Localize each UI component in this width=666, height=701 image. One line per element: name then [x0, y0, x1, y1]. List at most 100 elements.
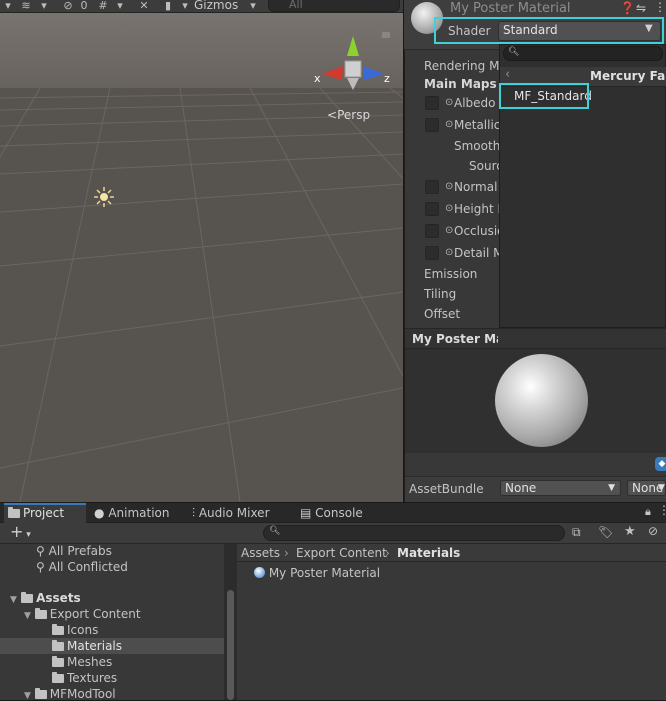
normal-map-texture-slot[interactable]: [425, 180, 439, 194]
more-options-icon[interactable]: ⋮: [654, 0, 666, 14]
project-search-input[interactable]: 🔍︎: [263, 525, 565, 541]
height-map-picker-icon[interactable]: ⊙: [445, 203, 453, 214]
search-by-type-icon[interactable]: ⧉: [572, 525, 581, 540]
scene-view[interactable]: ▾ ≋ ▾ ⊘ 0 # ▾ ✕ ▮ ▾ Gizmos ▾ All x z <Pe…: [0, 0, 403, 502]
expand-arrow-icon[interactable]: ▼: [10, 595, 17, 605]
tree-scrollbar[interactable]: [227, 590, 234, 700]
occlusion-label: Occlusion: [454, 224, 499, 238]
asset-variant-dropdown[interactable]: None ▼: [627, 480, 666, 496]
shader-group-label: Mercury Fallen: [590, 69, 666, 83]
breadcrumb-export-content[interactable]: Export Content: [296, 546, 387, 560]
gizmo-x-label: x: [314, 72, 321, 85]
camera-dropdown-icon[interactable]: ▾: [179, 0, 191, 13]
project-folder-icon: [8, 507, 20, 518]
favorites-star-icon[interactable]: ★: [624, 524, 636, 539]
tree-label: Assets: [36, 591, 81, 605]
hidden-count: 0: [80, 0, 88, 12]
grid-dropdown-icon[interactable]: ▾: [114, 0, 126, 13]
occlusion-picker-icon[interactable]: ⊙: [445, 225, 453, 236]
console-icon: ▤: [300, 506, 312, 520]
asset-bundle-arrow-icon: ▼: [608, 483, 615, 493]
camera-icon[interactable]: ▮: [160, 0, 176, 13]
albedo-texture-slot[interactable]: [425, 96, 439, 110]
add-asset-button[interactable]: + ▾: [10, 524, 31, 543]
hidden-packages-icon[interactable]: ⊘: [648, 524, 658, 538]
tree-item-export-content[interactable]: ▼ Export Content: [24, 607, 141, 621]
search-by-label-icon[interactable]: 🏷︎: [598, 525, 613, 539]
scene-tool-dropdown[interactable]: ▾: [2, 0, 14, 13]
tree-item-icons[interactable]: Icons: [52, 623, 98, 637]
tree-label: Export Content: [49, 607, 141, 621]
tab-project[interactable]: Project: [4, 503, 86, 523]
height-map-label: Height Map: [454, 202, 499, 216]
perspective-toggle[interactable]: <Persp: [327, 108, 370, 122]
tree-label: Icons: [67, 623, 99, 637]
tree-label: All Prefabs: [48, 544, 112, 558]
tree-item-all-prefabs[interactable]: ⚲ All Prefabs: [36, 544, 112, 558]
animation-icon: ●: [94, 506, 105, 520]
shader-highlight-box: [434, 17, 664, 44]
tree-label: Textures: [67, 671, 118, 685]
layers-icon[interactable]: ≋: [18, 0, 34, 13]
offset-label: Offset: [424, 307, 461, 321]
folder-icon: [21, 592, 34, 603]
panel-menu-icon[interactable]: ⋮: [658, 503, 666, 517]
occlusion-texture-slot[interactable]: [425, 224, 439, 238]
folder-icon: [52, 672, 64, 683]
scene-search-placeholder: All: [289, 0, 303, 11]
gizmos-button[interactable]: Gizmos: [194, 0, 238, 13]
material-preview-sphere: [495, 354, 588, 447]
panel-lock-icon[interactable]: 🔒︎: [645, 505, 651, 519]
tab-console-label: Console: [315, 506, 363, 520]
preview-toolbar: [405, 453, 666, 476]
fx-toggle-icon[interactable]: ✕: [136, 0, 152, 13]
grid-snap-icon[interactable]: #: [95, 0, 111, 13]
tab-console[interactable]: ▤ Console: [296, 503, 376, 523]
breadcrumb-materials[interactable]: Materials: [397, 546, 460, 560]
tree-item-meshes[interactable]: Meshes: [52, 655, 112, 669]
tree-item-mfmodtool[interactable]: ▼ MFModTool: [24, 687, 116, 701]
directional-light-icon[interactable]: [92, 186, 116, 208]
tab-animation[interactable]: ● Animation: [90, 503, 176, 523]
albedo-picker-icon[interactable]: ⊙: [445, 97, 453, 108]
breadcrumb-separator-icon: ›: [385, 546, 390, 560]
tab-audio-mixer-label: Audio Mixer: [198, 506, 270, 520]
scene-search-input[interactable]: All: [268, 0, 400, 12]
metallic-label: Metallic: [454, 118, 499, 132]
tree-item-all-conflicted[interactable]: ⚲ All Conflicted: [36, 560, 128, 574]
albedo-label: Albedo: [454, 96, 496, 110]
material-icon: [254, 567, 265, 578]
height-map-texture-slot[interactable]: [425, 202, 439, 216]
breadcrumb-assets[interactable]: Assets: [241, 546, 280, 560]
label-tag-icon[interactable]: ◆: [655, 457, 666, 471]
tree-item-textures[interactable]: Textures: [52, 671, 117, 685]
detail-mask-texture-slot[interactable]: [425, 246, 439, 260]
tree-label: All Conflicted: [48, 560, 128, 574]
shader-search-input[interactable]: 🔍︎: [503, 46, 663, 61]
preset-icon[interactable]: ⇋: [636, 1, 646, 15]
expand-arrow-icon[interactable]: ▼: [24, 611, 31, 621]
tree-label: Meshes: [67, 655, 113, 669]
metallic-picker-icon[interactable]: ⊙: [445, 119, 453, 130]
file-item-my-poster-material[interactable]: My Poster Material: [254, 566, 380, 580]
scene-orientation-gizmo[interactable]: x z: [312, 30, 394, 98]
folder-icon: [52, 656, 64, 667]
gizmo-z-cone: [363, 66, 384, 80]
detail-mask-picker-icon[interactable]: ⊙: [445, 247, 453, 258]
hidden-objects-icon[interactable]: ⊘: [58, 0, 78, 13]
breadcrumb-separator-icon: ›: [284, 546, 289, 560]
tab-audio-mixer[interactable]: ⫶ Audio Mixer: [188, 503, 288, 523]
tree-item-assets[interactable]: ▼ Assets: [10, 591, 81, 605]
tiling-label: Tiling: [424, 287, 457, 301]
gizmo-lock-icon[interactable]: [382, 32, 390, 38]
emission-label: Emission: [424, 267, 478, 281]
help-icon[interactable]: ❓: [620, 1, 635, 15]
layers-dropdown-icon[interactable]: ▾: [38, 0, 50, 13]
search-icon: ⚲: [36, 544, 45, 558]
asset-bundle-dropdown[interactable]: None ▼: [500, 480, 621, 496]
metallic-texture-slot[interactable]: [425, 118, 439, 132]
tree-item-materials[interactable]: Materials: [52, 639, 122, 653]
gizmos-dropdown-icon[interactable]: ▾: [247, 0, 259, 13]
back-arrow-icon[interactable]: ‹: [505, 67, 510, 82]
normal-map-picker-icon[interactable]: ⊙: [445, 181, 453, 192]
